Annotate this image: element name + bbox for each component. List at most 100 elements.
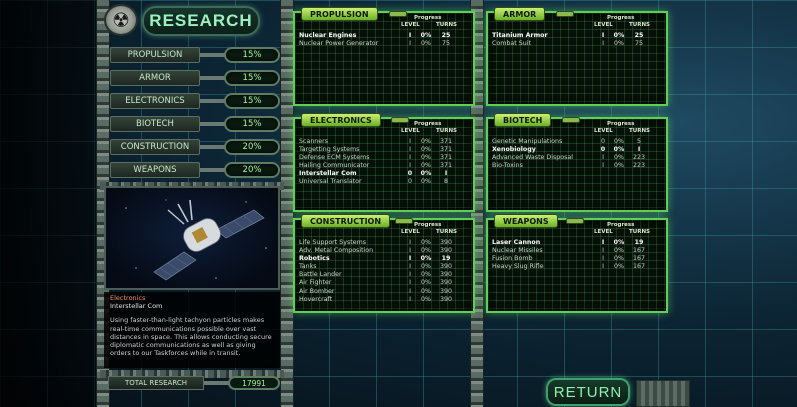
- tech-turns: I: [637, 146, 641, 154]
- level-header: LEVEL: [594, 128, 613, 134]
- panel-tab-nub: [391, 117, 409, 123]
- tech-row[interactable]: Air Bomber I 0% 390: [299, 288, 471, 296]
- tech-progress: 0%: [421, 138, 431, 145]
- total-research-value: 17991: [228, 376, 280, 390]
- tech-row[interactable]: Nuclear Missiles I 0% 167: [492, 247, 664, 255]
- tech-row[interactable]: Life Support Systems I 0% 390: [299, 239, 471, 247]
- tech-description: Electronics Interstellar Com Using faste…: [104, 292, 280, 368]
- level-header: LEVEL: [401, 22, 420, 28]
- tech-progress: 0%: [421, 279, 431, 287]
- category-row-weapons[interactable]: WEAPONS 20%: [110, 162, 280, 178]
- tech-turns: 390: [439, 287, 453, 295]
- tech-turns: 75: [441, 40, 450, 48]
- category-percent[interactable]: 15%: [224, 47, 280, 63]
- tech-row[interactable]: Hailing Communicator I 0% 371: [299, 162, 471, 170]
- tech-row[interactable]: Robotics I 0% 19: [299, 255, 471, 263]
- tech-row[interactable]: Advanced Waste Disposal I 0% 223: [492, 154, 664, 162]
- return-button[interactable]: RETURN: [546, 378, 630, 406]
- tech-row[interactable]: Genetic Manipulations 0 0% 5: [492, 138, 664, 146]
- category-label[interactable]: WEAPONS: [110, 162, 200, 178]
- tech-row[interactable]: Combat Suit I 0% 75: [492, 40, 664, 48]
- tech-row[interactable]: Xenobiology 0 0% I: [492, 146, 664, 154]
- tech-level: I: [602, 162, 604, 170]
- tech-progress: 0%: [420, 170, 432, 178]
- tech-name: Fusion Bomb: [492, 255, 533, 263]
- tech-turns: 25: [634, 32, 644, 39]
- tech-row[interactable]: Fusion Bomb I 0% 167: [492, 255, 664, 263]
- tech-row[interactable]: Adv. Metal Composition I 0% 390: [299, 247, 471, 255]
- total-connector: [204, 381, 230, 385]
- tech-level: I: [601, 239, 605, 246]
- tech-turns: 223: [632, 154, 646, 162]
- category-percent[interactable]: 20%: [224, 162, 280, 178]
- turns-header: TURNS: [629, 22, 651, 28]
- category-percent[interactable]: 15%: [224, 116, 280, 132]
- tech-progress: 0%: [613, 239, 625, 246]
- category-row-armor[interactable]: ARMOR 15%: [110, 70, 280, 86]
- panel-title-electronics: ELECTRONICS: [301, 113, 381, 127]
- tech-list: Scanners I 0% 371 Targetting Systems I 0% 371 De…: [299, 138, 471, 187]
- middle-rail: [280, 0, 294, 407]
- tech-name: Life Support Systems: [299, 239, 367, 246]
- tech-list: Laser Cannon I 0% 19 Nuclear Missiles I 0% 167 F…: [492, 239, 664, 271]
- tech-row[interactable]: Titanium Armor I 0% 25: [492, 32, 664, 40]
- category-connector: [200, 76, 226, 80]
- panel-armor: ARMOR Progress LEVEL TURNS Titanium Armor I 0%…: [486, 7, 668, 106]
- panel-tab-nub: [395, 218, 413, 224]
- tech-row[interactable]: Targetting Systems I 0% 371: [299, 146, 471, 154]
- panel-tab-nub: [566, 218, 584, 224]
- tech-row[interactable]: Universal Translator 0 0% 8: [299, 178, 471, 186]
- tech-name: Titanium Armor: [492, 32, 548, 39]
- tech-row[interactable]: Defense ECM Systems I 0% 371: [299, 154, 471, 162]
- category-label[interactable]: BIOTECH: [110, 116, 200, 132]
- panel-title-weapons: WEAPONS: [494, 214, 558, 228]
- tech-row[interactable]: Nuclear Engines I 0% 25: [299, 32, 471, 40]
- tech-level: I: [409, 239, 411, 246]
- category-label[interactable]: ARMOR: [110, 70, 200, 86]
- tech-name: Genetic Manipulations: [492, 138, 563, 145]
- tech-name: Combat Suit: [492, 40, 531, 48]
- tech-level: 0: [600, 146, 606, 154]
- category-row-electronics[interactable]: ELECTRONICS 15%: [110, 93, 280, 109]
- left-shadow: [0, 0, 100, 407]
- tech-row[interactable]: Hovercraft I 0% 390: [299, 296, 471, 304]
- tech-progress: 0%: [614, 247, 624, 255]
- tech-turns: 390: [439, 295, 453, 303]
- description-category: Electronics: [110, 294, 146, 302]
- tech-row[interactable]: Air Fighter I 0% 390: [299, 279, 471, 287]
- tech-name: Tanks: [299, 263, 317, 271]
- tech-row[interactable]: Laser Cannon I 0% 19: [492, 239, 664, 247]
- panel-construction: CONSTRUCTION Progress LEVEL TURNS Life Suppo…: [293, 214, 475, 313]
- tech-progress: 0%: [421, 263, 431, 271]
- tech-progress: 0%: [421, 239, 431, 246]
- tech-turns: 371: [439, 146, 453, 154]
- tech-name: Targetting Systems: [299, 146, 360, 154]
- category-label[interactable]: CONSTRUCTION: [110, 139, 200, 155]
- category-label[interactable]: ELECTRONICS: [110, 93, 200, 109]
- category-row-propulsion[interactable]: PROPULSION 15%: [110, 47, 280, 63]
- tech-progress: 0%: [420, 255, 432, 263]
- tech-name: Air Fighter: [299, 279, 332, 287]
- category-percent[interactable]: 15%: [224, 93, 280, 109]
- tech-name: Advanced Waste Disposal: [492, 154, 574, 162]
- tech-row[interactable]: Bio-Toxins I 0% 223: [492, 162, 664, 170]
- tech-row[interactable]: Tanks I 0% 390: [299, 263, 471, 271]
- category-row-biotech[interactable]: BIOTECH 15%: [110, 116, 280, 132]
- category-percent[interactable]: 15%: [224, 70, 280, 86]
- tech-row[interactable]: Scanners I 0% 371: [299, 138, 471, 146]
- category-label[interactable]: PROPULSION: [110, 47, 200, 63]
- tech-row[interactable]: Battle Lander I 0% 390: [299, 271, 471, 279]
- tech-turns: 167: [632, 255, 646, 263]
- tech-name: Nuclear Missiles: [492, 247, 543, 255]
- tech-row[interactable]: Interstellar Com 0 0% I: [299, 170, 471, 178]
- mechanical-decoration: [636, 380, 690, 407]
- tech-level: I: [409, 279, 411, 287]
- progress-header: Progress: [414, 222, 442, 228]
- tech-turns: 390: [439, 279, 453, 287]
- level-header: LEVEL: [594, 22, 613, 28]
- tech-row[interactable]: Nuclear Power Generator I 0% 75: [299, 40, 471, 48]
- tech-level: I: [409, 138, 411, 145]
- category-row-construction[interactable]: CONSTRUCTION 20%: [110, 139, 280, 155]
- category-percent[interactable]: 20%: [224, 139, 280, 155]
- tech-row[interactable]: Heavy Slug Rifle I 0% 167: [492, 263, 664, 271]
